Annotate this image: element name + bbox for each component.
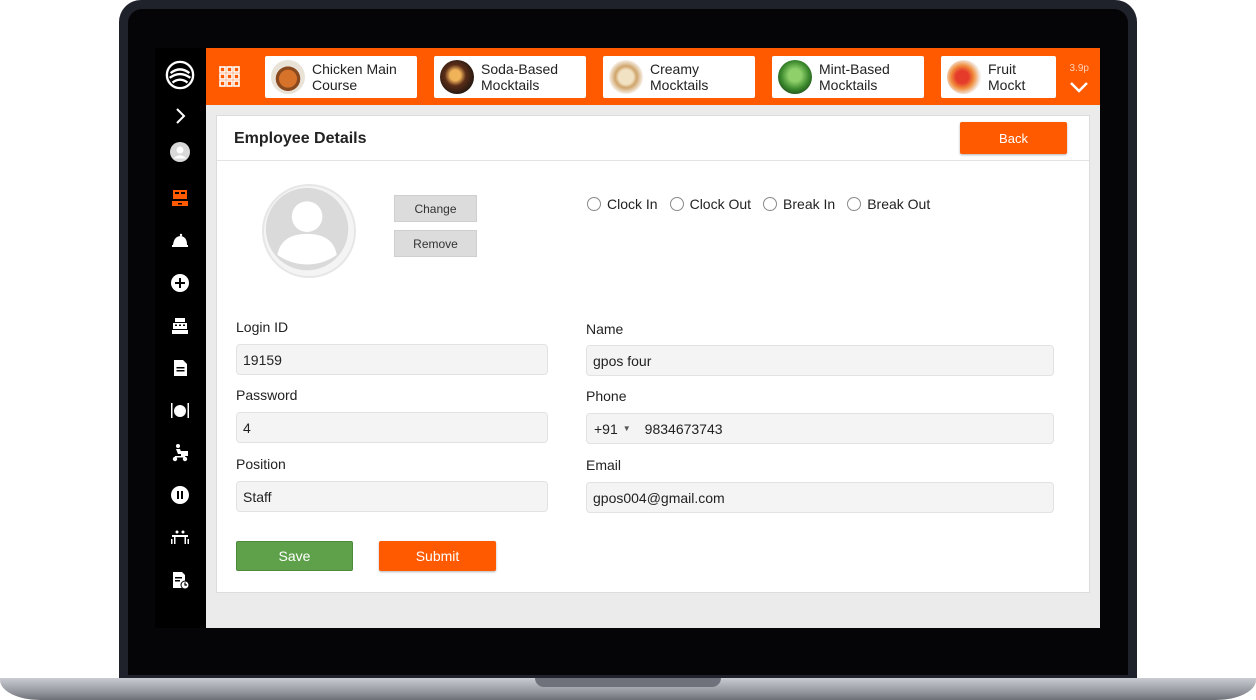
pause-icon[interactable] bbox=[165, 481, 195, 509]
radio-circle[interactable] bbox=[763, 197, 778, 211]
submit-button[interactable]: Submit bbox=[379, 541, 496, 571]
radio-break-out[interactable]: Break Out bbox=[847, 196, 930, 212]
email-input[interactable]: gpos004@gmail.com bbox=[586, 482, 1054, 513]
radio-break-in[interactable]: Break In bbox=[763, 196, 835, 212]
email-label: Email bbox=[586, 457, 622, 473]
position-label: Position bbox=[236, 456, 286, 472]
cloche-icon[interactable] bbox=[165, 227, 195, 255]
radio-clock-in[interactable]: Clock In bbox=[587, 196, 658, 212]
radio-clock-out[interactable]: Clock Out bbox=[669, 196, 752, 212]
caret-down-icon: ▼ bbox=[622, 424, 631, 433]
change-photo-button[interactable]: Change bbox=[394, 195, 477, 222]
chevron-right-icon[interactable] bbox=[165, 102, 195, 130]
radio-circle[interactable] bbox=[669, 197, 684, 211]
phone-label: Phone bbox=[586, 388, 627, 404]
phone-field: +91 ▼ 9834673743 bbox=[586, 413, 1054, 444]
dining-icon[interactable] bbox=[165, 396, 195, 424]
category-bar: Chicken Main Course Soda-Based Mocktails… bbox=[206, 48, 1100, 105]
table-icon[interactable] bbox=[165, 524, 195, 552]
remove-photo-button[interactable]: Remove bbox=[394, 230, 477, 257]
page-title: Employee Details bbox=[234, 130, 367, 147]
radio-label: Clock Out bbox=[689, 196, 752, 212]
category-card-fruit-mocktails[interactable]: Fruit Mockt bbox=[941, 56, 1056, 98]
employee-details-panel: Employee Details Back Change Remove Cloc… bbox=[216, 115, 1090, 593]
save-button[interactable]: Save bbox=[236, 541, 353, 571]
country-code-value: +91 bbox=[594, 420, 618, 437]
category-card-mint-based-mocktails[interactable]: Mint-Based Mocktails bbox=[772, 56, 924, 98]
category-label: Chicken Main Course bbox=[312, 61, 397, 93]
screen: Chicken Main Course Soda-Based Mocktails… bbox=[155, 48, 1100, 628]
plus-circle-icon[interactable] bbox=[165, 269, 195, 297]
category-thumbnail bbox=[947, 60, 981, 94]
position-input[interactable]: Staff bbox=[236, 481, 548, 512]
category-label: Soda-Based Mocktails bbox=[481, 61, 559, 93]
category-label: Creamy Mocktails bbox=[650, 61, 709, 93]
avatar[interactable] bbox=[262, 184, 356, 278]
radio-circle[interactable] bbox=[587, 197, 601, 211]
category-label: Mint-Based Mocktails bbox=[819, 61, 890, 93]
clock-options: Clock In Clock Out Break In Break Out bbox=[587, 196, 942, 212]
category-thumbnail bbox=[271, 60, 305, 94]
login-id-label: Login ID bbox=[236, 319, 289, 335]
name-label: Name bbox=[586, 321, 624, 337]
logo-icon[interactable] bbox=[165, 60, 195, 90]
laptop-notch bbox=[535, 678, 721, 687]
radio-circle[interactable] bbox=[847, 197, 862, 211]
radio-label: Break Out bbox=[867, 196, 931, 212]
radio-label: Clock In bbox=[607, 196, 658, 212]
country-code-select[interactable]: +91 ▼ bbox=[594, 421, 631, 437]
category-thumbnail bbox=[440, 60, 474, 94]
category-label: Fruit Mockt bbox=[988, 61, 1026, 93]
panel-header: Employee Details Back bbox=[217, 116, 1089, 161]
name-input[interactable]: gpos four bbox=[586, 345, 1054, 376]
cash-register-icon[interactable] bbox=[165, 312, 195, 340]
pos-terminal-icon[interactable] bbox=[165, 184, 195, 212]
password-label: Password bbox=[236, 387, 298, 403]
chevron-down-icon[interactable] bbox=[1069, 80, 1089, 94]
radio-label: Break In bbox=[783, 196, 836, 212]
user-placeholder-icon bbox=[265, 187, 349, 271]
document-icon[interactable] bbox=[165, 354, 195, 382]
back-button[interactable]: Back bbox=[960, 122, 1067, 154]
user-circle-icon[interactable] bbox=[165, 138, 195, 166]
content-area: Employee Details Back Change Remove Cloc… bbox=[206, 105, 1100, 628]
category-thumbnail bbox=[778, 60, 812, 94]
report-icon[interactable] bbox=[165, 566, 195, 594]
login-id-input[interactable]: 19159 bbox=[236, 344, 548, 375]
version-label: 3.9p bbox=[1069, 63, 1089, 74]
category-thumbnail bbox=[609, 60, 643, 94]
sidebar bbox=[155, 48, 205, 628]
grid-menu-icon[interactable] bbox=[219, 66, 240, 87]
category-card-chicken-main-course[interactable]: Chicken Main Course bbox=[265, 56, 417, 98]
delivery-icon[interactable] bbox=[165, 439, 195, 467]
category-card-soda-based-mocktails[interactable]: Soda-Based Mocktails bbox=[434, 56, 586, 98]
category-card-creamy-mocktails[interactable]: Creamy Mocktails bbox=[603, 56, 755, 98]
phone-input[interactable]: 9834673743 bbox=[645, 421, 723, 437]
password-input[interactable]: 4 bbox=[236, 412, 548, 443]
